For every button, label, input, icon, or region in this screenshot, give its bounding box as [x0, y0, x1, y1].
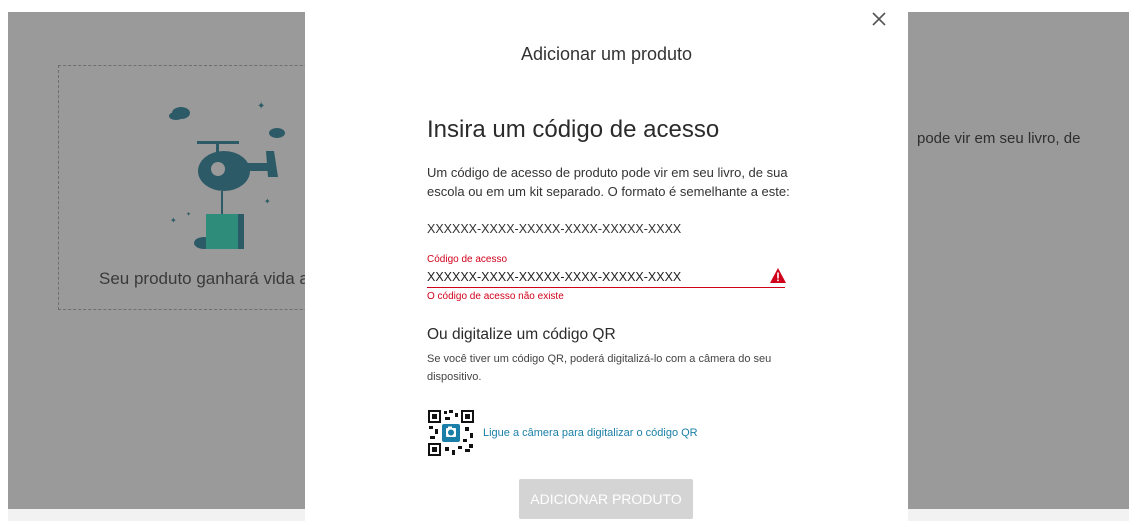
qr-description: Se você tiver um código QR, poderá digit… — [427, 353, 772, 383]
svg-text:✦: ✦ — [264, 197, 271, 206]
access-code-label: Código de acesso — [427, 254, 508, 265]
access-code-description: Um código de acesso de produto pode vir … — [427, 165, 790, 199]
modal-title: Adicionar um produto — [520, 44, 693, 64]
svg-text:✦: ✦ — [257, 101, 265, 112]
access-code-input[interactable] — [427, 266, 785, 288]
access-code-error: O código de acesso não existe — [427, 291, 564, 302]
background-card-text: Seu produto ganhará vida a — [99, 269, 309, 288]
add-product-button[interactable]: ADICIONAR PRODUTO — [519, 479, 693, 519]
background-right-text: pode vir em seu livro, de — [917, 130, 1081, 147]
helicopter-illustration: ✦ ✦ ✦ ✦ — [169, 101, 285, 249]
code-format-sample: XXXXXX-XXXX-XXXXX-XXXX-XXXXX-XXXX — [427, 222, 682, 236]
close-icon — [872, 12, 886, 26]
svg-text:✦: ✦ — [186, 211, 191, 218]
turn-on-camera-link[interactable]: Ligue a câmera para digitalizar o código… — [483, 427, 698, 439]
access-code-heading: Insira um código de acesso — [427, 116, 720, 143]
qr-camera-icon[interactable] — [427, 409, 475, 457]
qr-heading: Ou digitalize um código QR — [427, 326, 616, 343]
add-product-modal: Adicionar um produto Insira um código de… — [305, 0, 908, 521]
warning-icon — [770, 268, 786, 283]
svg-text:✦: ✦ — [170, 216, 177, 225]
close-button[interactable] — [868, 8, 890, 30]
